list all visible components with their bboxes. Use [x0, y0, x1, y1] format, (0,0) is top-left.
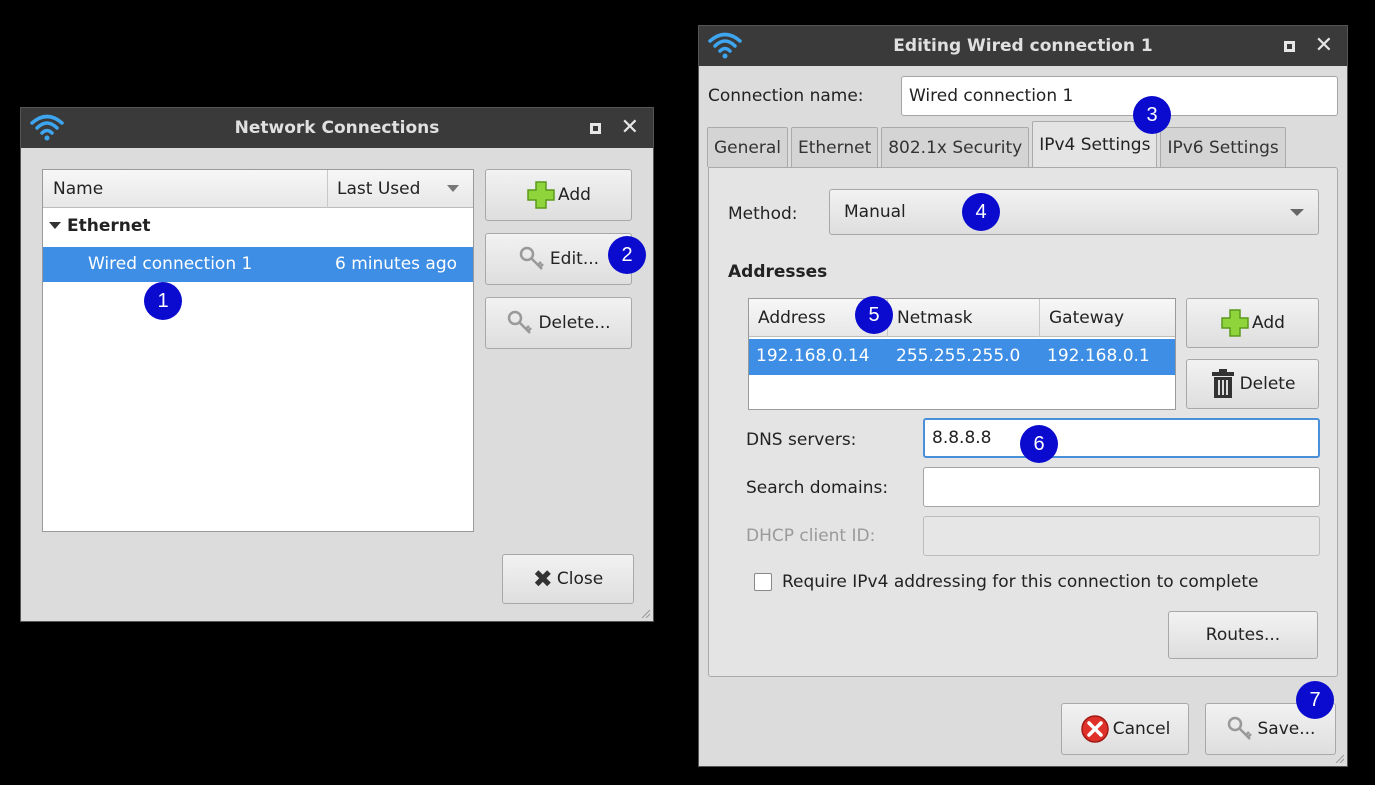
method-value: Manual: [844, 202, 906, 222]
editor-titlebar[interactable]: Editing Wired connection 1 ✕: [699, 26, 1347, 66]
group-label: Ethernet: [67, 216, 151, 236]
dns-servers-label: DNS servers:: [746, 430, 857, 450]
search-domains-label: Search domains:: [746, 478, 889, 498]
tab-8021x-security[interactable]: 802.1x Security: [881, 127, 1030, 167]
tab-ethernet[interactable]: Ethernet: [791, 127, 879, 167]
cancel-button[interactable]: Cancel: [1061, 703, 1189, 755]
connection-name: Wired connection 1: [88, 254, 253, 274]
address-table[interactable]: Address Netmask Gateway 192.168.0.14 255…: [748, 298, 1176, 410]
wifi-icon: [708, 32, 742, 59]
keys-icon: [519, 246, 544, 270]
group-ethernet[interactable]: Ethernet: [49, 216, 151, 236]
step-marker-5: 5: [855, 296, 893, 334]
add-connection-button[interactable]: Add: [485, 169, 632, 221]
close-label: Close: [556, 569, 604, 589]
tab-label: IPv4 Settings: [1039, 134, 1151, 155]
netmask-cell[interactable]: 255.255.255.0: [896, 346, 1020, 366]
delete-label: Delete...: [538, 313, 611, 333]
search-domains-input[interactable]: [923, 467, 1320, 507]
delete-address-button[interactable]: Delete: [1186, 359, 1319, 409]
method-label: Method:: [728, 204, 798, 224]
network-connections-window: Network Connections ✕ Name Last Used Eth…: [20, 107, 654, 622]
plus-icon: [527, 181, 555, 209]
trash-icon: [1211, 369, 1234, 398]
resize-grip-icon[interactable]: [640, 608, 650, 618]
add-label: Add: [558, 185, 591, 205]
sort-arrow-icon: [447, 185, 459, 192]
column-header-gateway[interactable]: Gateway: [1049, 308, 1124, 328]
dhcp-client-id-label: DHCP client ID:: [746, 526, 876, 546]
require-ipv4-checkbox[interactable]: [754, 573, 772, 591]
tab-label: IPv6 Settings: [1167, 137, 1279, 158]
cancel-icon: [1080, 715, 1109, 743]
connection-list[interactable]: Name Last Used Ethernet Wired connection…: [42, 169, 474, 532]
add-label: Add: [1252, 313, 1285, 333]
tab-ipv6-settings[interactable]: IPv6 Settings: [1160, 127, 1286, 167]
cancel-label: Cancel: [1112, 719, 1171, 739]
dns-servers-value: 8.8.8.8: [932, 428, 992, 448]
window-title: Editing Wired connection 1: [893, 36, 1153, 56]
expander-icon: [49, 222, 61, 229]
connection-name-value: Wired connection 1: [909, 86, 1074, 106]
require-ipv4-label[interactable]: Require IPv4 addressing for this connect…: [782, 572, 1258, 592]
maximize-icon[interactable]: [589, 122, 601, 134]
column-header-netmask[interactable]: Netmask: [897, 308, 973, 328]
gateway-cell[interactable]: 192.168.0.1: [1047, 346, 1150, 366]
column-header-name[interactable]: Name: [53, 179, 103, 199]
network-connections-titlebar[interactable]: Network Connections ✕: [21, 108, 653, 148]
settings-tabs: General Ethernet 802.1x Security IPv4 Se…: [707, 121, 1289, 167]
address-row[interactable]: 192.168.0.14 255.255.255.0 192.168.0.1: [749, 339, 1175, 375]
routes-button[interactable]: Routes...: [1168, 611, 1318, 659]
keys-icon: [508, 310, 533, 334]
step-marker-7: 7: [1296, 681, 1334, 719]
address-table-header: Address Netmask Gateway: [749, 299, 1175, 337]
step-marker-6: 6: [1020, 425, 1058, 463]
tab-label: 802.1x Security: [888, 137, 1023, 158]
step-marker-3: 3: [1133, 96, 1171, 134]
step-marker-2: 2: [608, 236, 646, 274]
close-icon[interactable]: ✕: [621, 117, 639, 139]
addresses-heading: Addresses: [728, 262, 828, 282]
edit-label: Edit...: [549, 249, 600, 269]
dropdown-arrow-icon: [1290, 209, 1304, 216]
delete-label: Delete: [1239, 374, 1296, 394]
dhcp-client-id-input[interactable]: [923, 516, 1320, 556]
close-icon[interactable]: ✕: [1315, 35, 1333, 57]
wifi-icon: [30, 114, 64, 141]
save-label: Save...: [1257, 719, 1316, 739]
tab-label: General: [714, 137, 781, 158]
editing-connection-window: Editing Wired connection 1 ✕ Connection …: [698, 25, 1348, 767]
step-marker-1: 1: [144, 282, 182, 320]
column-header-last-used[interactable]: Last Used: [337, 179, 420, 199]
connection-last-used: 6 minutes ago: [335, 254, 458, 274]
tab-general[interactable]: General: [707, 127, 788, 167]
step-marker-4: 4: [962, 193, 1000, 231]
list-header: Name Last Used: [43, 170, 473, 208]
tab-label: Ethernet: [798, 137, 872, 158]
dns-servers-input[interactable]: 8.8.8.8: [923, 418, 1320, 458]
column-header-address[interactable]: Address: [758, 308, 826, 328]
address-cell[interactable]: 192.168.0.14: [756, 346, 870, 366]
routes-label: Routes...: [1205, 625, 1281, 645]
resize-grip-icon[interactable]: [1334, 753, 1344, 763]
x-icon: ✖: [532, 565, 553, 593]
connection-name-label: Connection name:: [708, 86, 864, 106]
ipv4-settings-panel: Method: Manual Addresses Address Netmask…: [708, 167, 1338, 677]
delete-connection-button[interactable]: Delete...: [485, 297, 632, 349]
connection-row[interactable]: Wired connection 1 6 minutes ago: [43, 247, 473, 282]
window-title: Network Connections: [234, 118, 440, 138]
plus-icon: [1221, 309, 1249, 337]
add-address-button[interactable]: Add: [1186, 298, 1319, 348]
connection-name-input[interactable]: Wired connection 1: [901, 76, 1338, 116]
keys-icon: [1227, 716, 1252, 740]
close-button[interactable]: ✖ Close: [502, 554, 634, 604]
method-dropdown[interactable]: Manual: [829, 189, 1319, 235]
maximize-icon[interactable]: [1283, 40, 1295, 52]
